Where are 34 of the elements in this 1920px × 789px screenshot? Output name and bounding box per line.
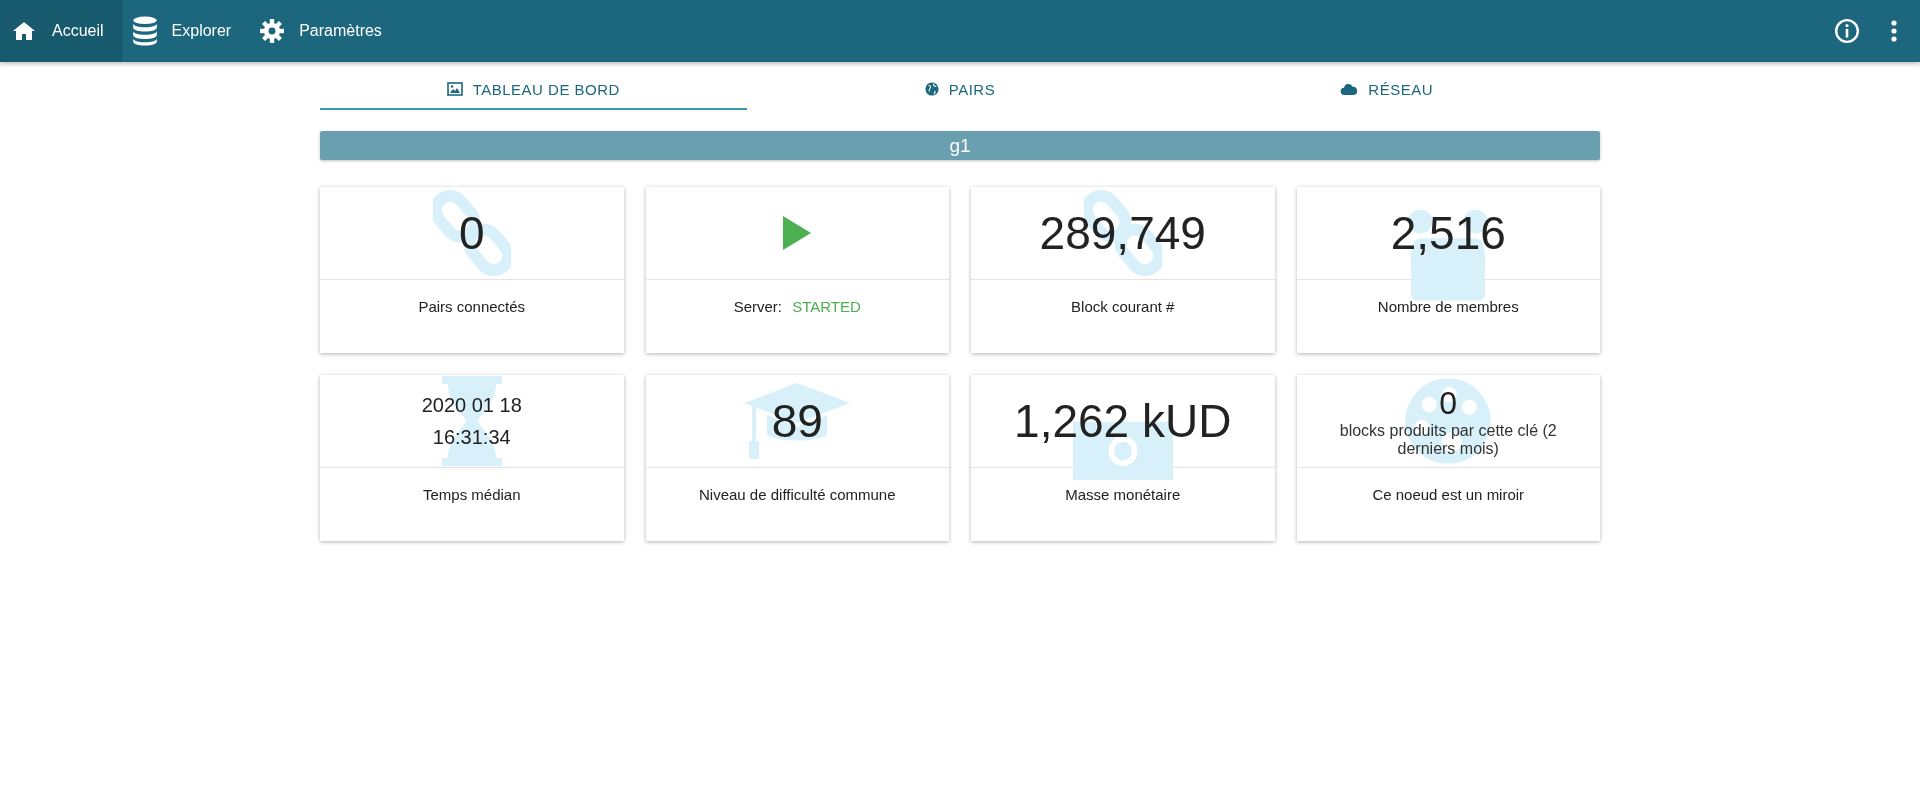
stat-label: Temps médian bbox=[422, 486, 521, 505]
chain-link-icon bbox=[432, 187, 511, 279]
stat-label: Masse monétaire bbox=[1065, 486, 1181, 505]
stat-caption: blocks produits par cette clé (2 derniers mois) bbox=[1338, 421, 1558, 458]
play-icon bbox=[783, 216, 812, 250]
more-menu-button[interactable] bbox=[1890, 19, 1898, 43]
stat-label: Ce noeud est un miroir bbox=[1372, 486, 1525, 505]
nav-item[interactable]: Paramètres bbox=[249, 0, 400, 62]
stat-value: 89 bbox=[771, 398, 823, 444]
stat-value: 0 bbox=[458, 210, 485, 256]
stat-label: Block courant # bbox=[1071, 298, 1175, 317]
stat-value: 289,749 bbox=[1039, 210, 1206, 256]
stat-label: Pairs connectés bbox=[418, 298, 526, 317]
image-icon bbox=[446, 82, 463, 96]
tab[interactable]: TABLEAU DE BORD bbox=[320, 70, 747, 110]
globe-icon bbox=[924, 82, 939, 96]
stat-value: 16:31:34 bbox=[432, 425, 511, 450]
stat-label: Niveau de difficulté commune bbox=[699, 486, 896, 505]
stat-label: Nombre de membres bbox=[1377, 298, 1519, 317]
stat-value: 0 bbox=[1439, 384, 1458, 422]
database-icon bbox=[131, 16, 158, 46]
status-value: STARTED bbox=[792, 298, 861, 315]
nav-item[interactable]: Accueil bbox=[0, 0, 122, 62]
settings-icon bbox=[259, 18, 286, 44]
stat-value: 1,262 kUD bbox=[1014, 398, 1232, 444]
stat-value: 2020 01 18 bbox=[421, 393, 522, 418]
cloud-icon bbox=[1340, 82, 1359, 96]
info-button[interactable] bbox=[1834, 18, 1860, 44]
tab[interactable]: RÉSEAU bbox=[1173, 70, 1600, 110]
currency-banner: g1 bbox=[320, 131, 1600, 160]
stat-value: 2,516 bbox=[1390, 210, 1506, 256]
status-label: Server: bbox=[733, 298, 783, 315]
nav-item[interactable]: Explorer bbox=[121, 0, 250, 62]
tab[interactable]: PAIRS bbox=[746, 70, 1174, 110]
